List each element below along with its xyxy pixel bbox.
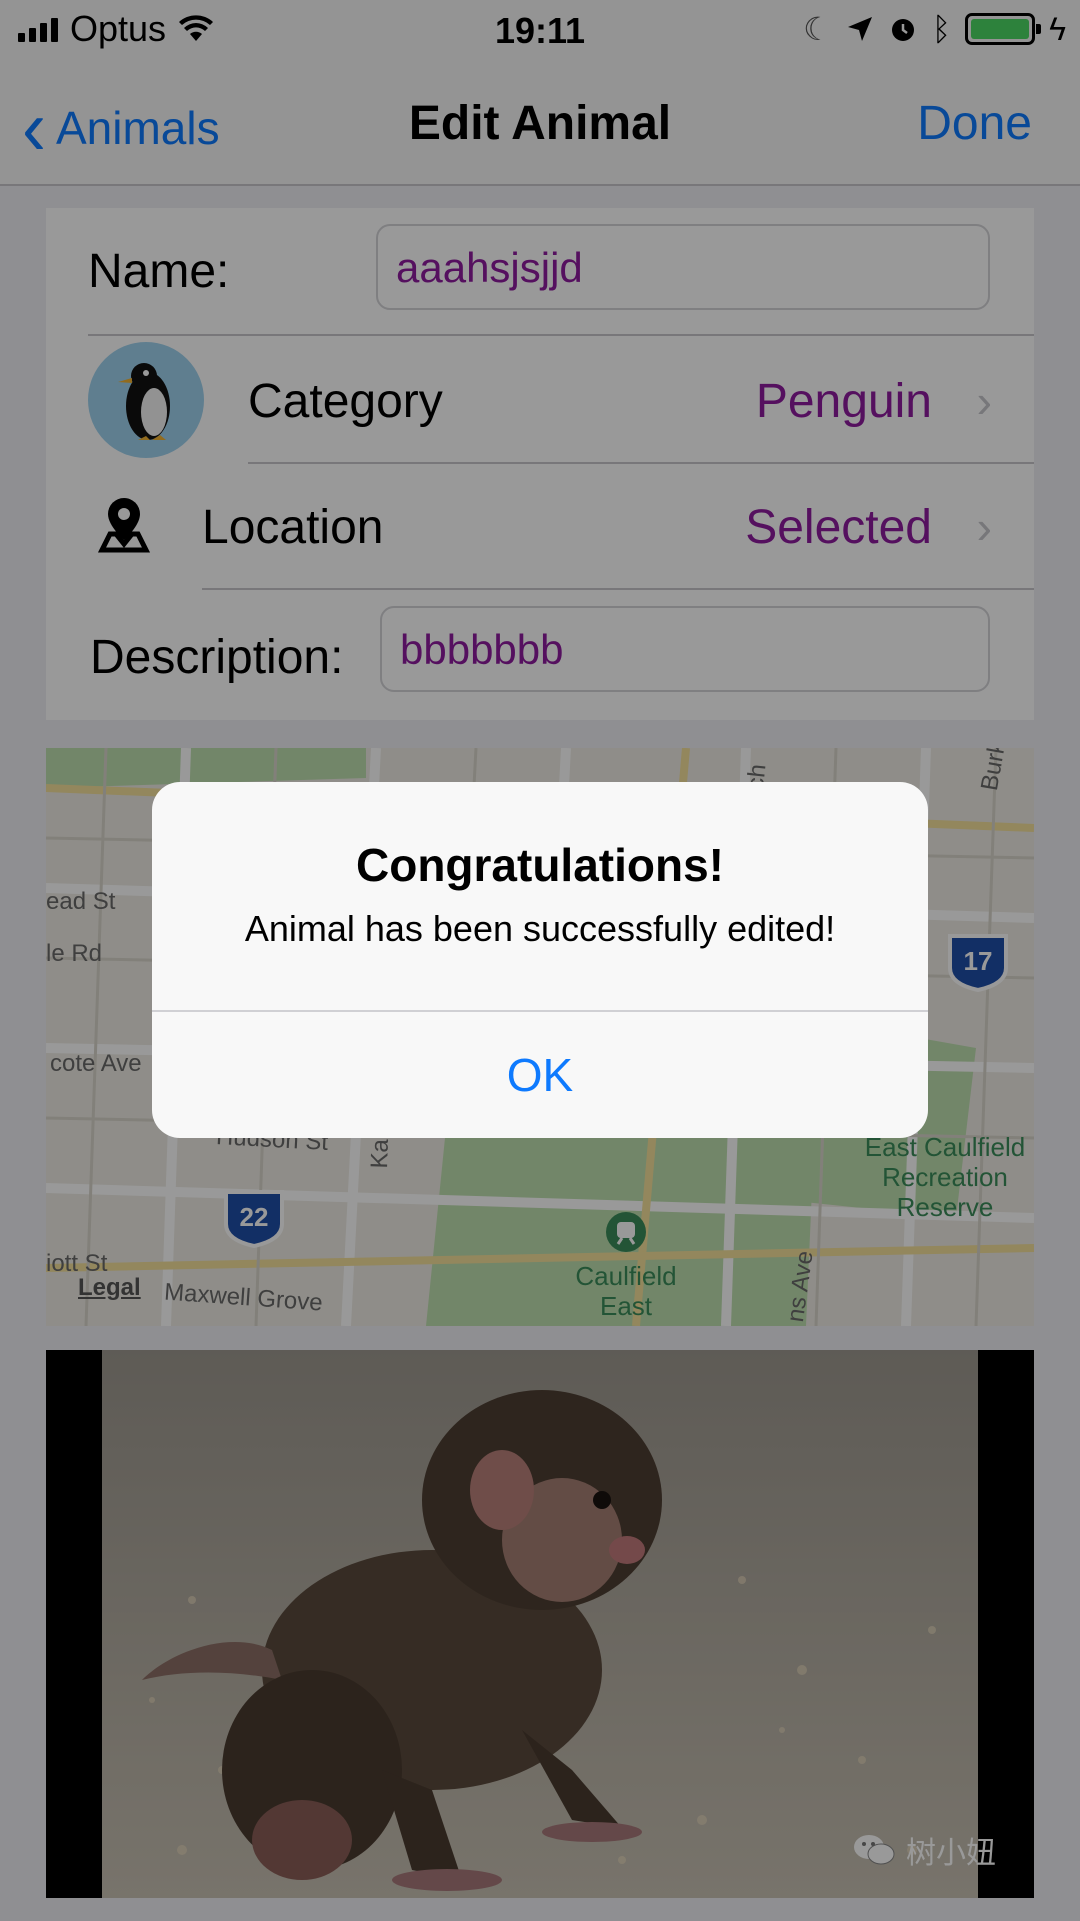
alert-message: Animal has been successfully edited! (244, 908, 836, 949)
ok-button[interactable]: OK (152, 1012, 928, 1138)
alert-dialog: Congratulations! Animal has been success… (152, 782, 928, 1138)
alert-title: Congratulations! (356, 839, 724, 891)
